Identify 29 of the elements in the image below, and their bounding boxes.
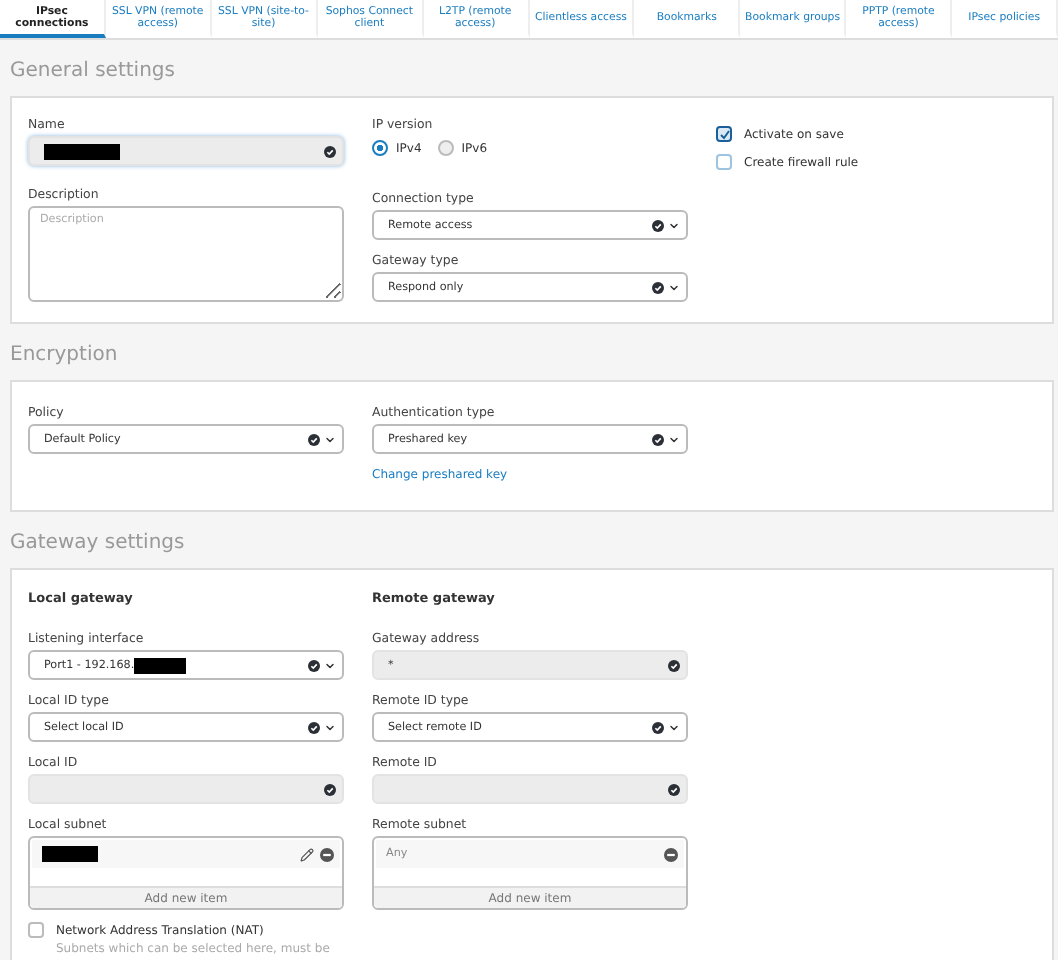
pencil-icon[interactable] <box>300 847 314 861</box>
input-field[interactable] <box>28 136 344 166</box>
section-title: Encryption <box>10 344 120 370</box>
remove-icon[interactable] <box>664 847 678 861</box>
chevron-down-icon <box>324 659 336 671</box>
check-circle-icon <box>308 721 320 733</box>
chevron-down-icon <box>668 721 680 733</box>
chevron-down-icon <box>324 721 336 733</box>
section-title: Gateway settings <box>10 532 187 558</box>
check-circle-icon <box>324 783 336 795</box>
subnet-item[interactable] <box>32 840 340 868</box>
input-field[interactable] <box>28 774 344 804</box>
section-title: General settings <box>10 60 177 86</box>
check-circle-icon <box>652 281 664 293</box>
check-circle-icon <box>652 219 664 231</box>
check-circle-icon <box>668 659 680 671</box>
chevron-down-icon <box>668 219 680 231</box>
chevron-down-icon <box>668 433 680 445</box>
check-circle-icon <box>652 721 664 733</box>
check-circle-icon <box>308 433 320 445</box>
check-circle-icon <box>668 783 680 795</box>
remove-icon[interactable] <box>320 847 334 861</box>
check-circle-icon <box>324 145 336 157</box>
input-field[interactable] <box>372 774 688 804</box>
check-circle-icon <box>308 659 320 671</box>
chevron-down-icon <box>324 433 336 445</box>
checkmark-icon <box>719 129 729 139</box>
check-circle-icon <box>652 433 664 445</box>
chevron-down-icon <box>668 281 680 293</box>
